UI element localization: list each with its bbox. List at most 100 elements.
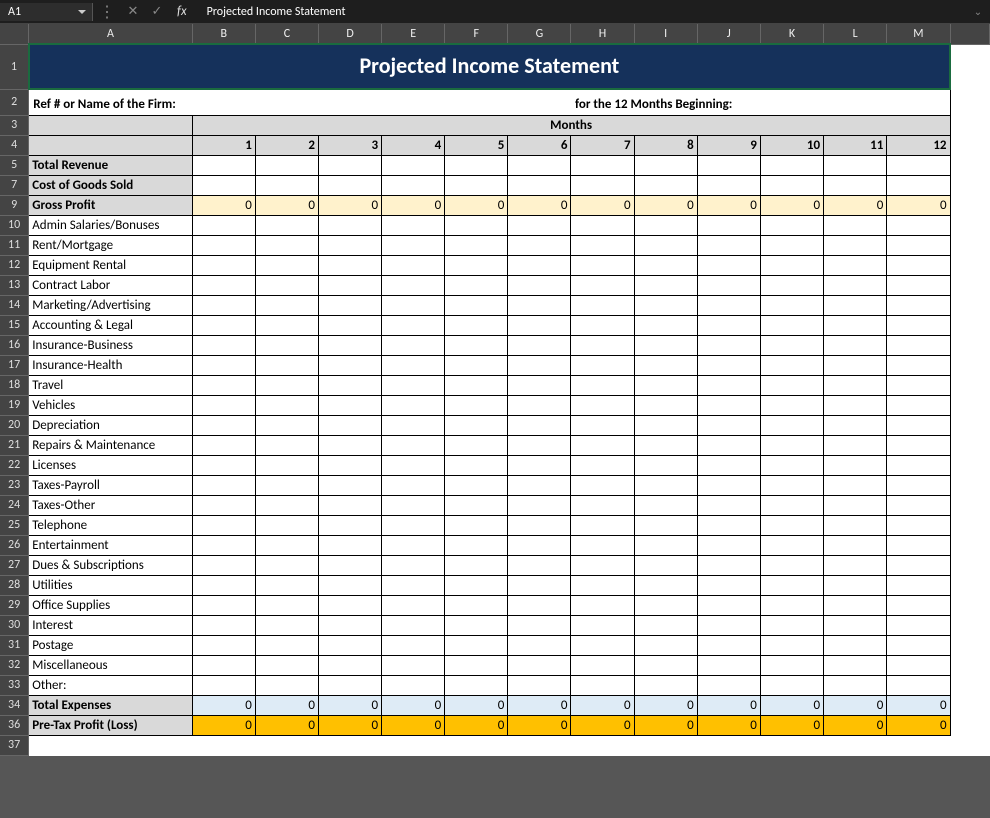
row-label[interactable]: Total Revenue [29,155,192,175]
data-cell[interactable] [382,595,445,615]
row-header-18[interactable]: 18 [0,375,29,395]
data-cell[interactable] [508,315,571,335]
data-cell[interactable] [382,535,445,555]
row-header-27[interactable]: 27 [0,555,29,575]
data-cell[interactable] [824,215,887,235]
data-cell[interactable] [318,675,381,695]
col-header-F[interactable]: F [445,24,508,44]
col-header-I[interactable]: I [634,24,697,44]
row-label[interactable]: Taxes-Other [29,495,192,515]
select-all-corner[interactable] [0,24,29,44]
data-cell[interactable] [508,735,571,755]
data-cell[interactable] [634,555,697,575]
data-cell[interactable] [571,275,634,295]
data-cell[interactable] [634,335,697,355]
data-cell[interactable] [760,275,823,295]
data-cell[interactable] [318,455,381,475]
row-label[interactable]: Entertainment [29,535,192,555]
data-cell[interactable] [887,495,950,515]
data-cell[interactable] [760,375,823,395]
data-cell[interactable] [508,415,571,435]
data-cell[interactable] [382,315,445,335]
data-cell[interactable] [571,375,634,395]
data-cell[interactable] [824,235,887,255]
data-cell[interactable] [571,595,634,615]
data-cell[interactable] [824,435,887,455]
data-cell[interactable] [824,595,887,615]
data-cell[interactable] [634,355,697,375]
month-6[interactable]: 6 [508,135,571,155]
data-cell[interactable] [508,595,571,615]
month-12[interactable]: 12 [887,135,950,155]
data-cell[interactable] [445,375,508,395]
data-cell[interactable] [382,735,445,755]
data-cell[interactable] [824,635,887,655]
data-cell[interactable] [634,175,697,195]
row-header-16[interactable]: 16 [0,335,29,355]
data-cell[interactable] [760,515,823,535]
data-cell[interactable] [634,615,697,635]
data-cell[interactable] [634,675,697,695]
data-cell[interactable] [760,335,823,355]
row-header-15[interactable]: 15 [0,315,29,335]
data-cell[interactable] [824,355,887,375]
data-cell[interactable] [318,435,381,455]
data-cell[interactable] [824,455,887,475]
data-cell[interactable] [508,515,571,535]
row-header-10[interactable]: 10 [0,215,29,235]
data-cell[interactable] [824,415,887,435]
data-cell[interactable] [887,455,950,475]
data-cell[interactable] [382,215,445,235]
data-cell[interactable]: 0 [192,195,255,215]
data-cell[interactable] [318,355,381,375]
data-cell[interactable]: 0 [760,715,823,735]
data-cell[interactable] [382,275,445,295]
data-cell[interactable] [318,575,381,595]
data-cell[interactable] [824,495,887,515]
data-cell[interactable] [887,515,950,535]
data-cell[interactable] [255,595,318,615]
name-box[interactable]: A1 [0,3,93,21]
data-cell[interactable] [255,215,318,235]
data-cell[interactable] [634,535,697,555]
data-cell[interactable] [887,215,950,235]
months-header[interactable]: Months [192,115,950,135]
col-header-G[interactable]: G [508,24,571,44]
month-1[interactable]: 1 [192,135,255,155]
data-cell[interactable] [760,235,823,255]
data-cell[interactable]: 0 [824,195,887,215]
data-cell[interactable] [192,375,255,395]
data-cell[interactable] [887,155,950,175]
data-cell[interactable] [255,155,318,175]
row-label[interactable]: Telephone [29,515,192,535]
data-cell[interactable]: 0 [318,195,381,215]
row-header-29[interactable]: 29 [0,595,29,615]
data-cell[interactable]: 0 [634,715,697,735]
data-cell[interactable]: 0 [887,195,950,215]
data-cell[interactable] [508,275,571,295]
data-cell[interactable] [445,275,508,295]
data-cell[interactable] [824,655,887,675]
data-cell[interactable] [318,255,381,275]
data-cell[interactable] [760,635,823,655]
data-cell[interactable] [445,315,508,335]
data-cell[interactable] [445,435,508,455]
data-cell[interactable] [318,395,381,415]
data-cell[interactable] [887,655,950,675]
row-header-4[interactable]: 4 [0,135,29,155]
data-cell[interactable]: 0 [571,695,634,715]
data-cell[interactable] [760,455,823,475]
data-cell[interactable] [192,155,255,175]
data-cell[interactable] [192,255,255,275]
data-cell[interactable] [571,555,634,575]
data-cell[interactable] [508,375,571,395]
data-cell[interactable] [318,615,381,635]
data-cell[interactable] [887,475,950,495]
data-cell[interactable] [445,215,508,235]
data-cell[interactable] [445,615,508,635]
data-cell[interactable] [634,415,697,435]
data-cell[interactable]: 0 [318,695,381,715]
row-header-14[interactable]: 14 [0,295,29,315]
data-cell[interactable] [192,555,255,575]
data-cell[interactable] [192,615,255,635]
